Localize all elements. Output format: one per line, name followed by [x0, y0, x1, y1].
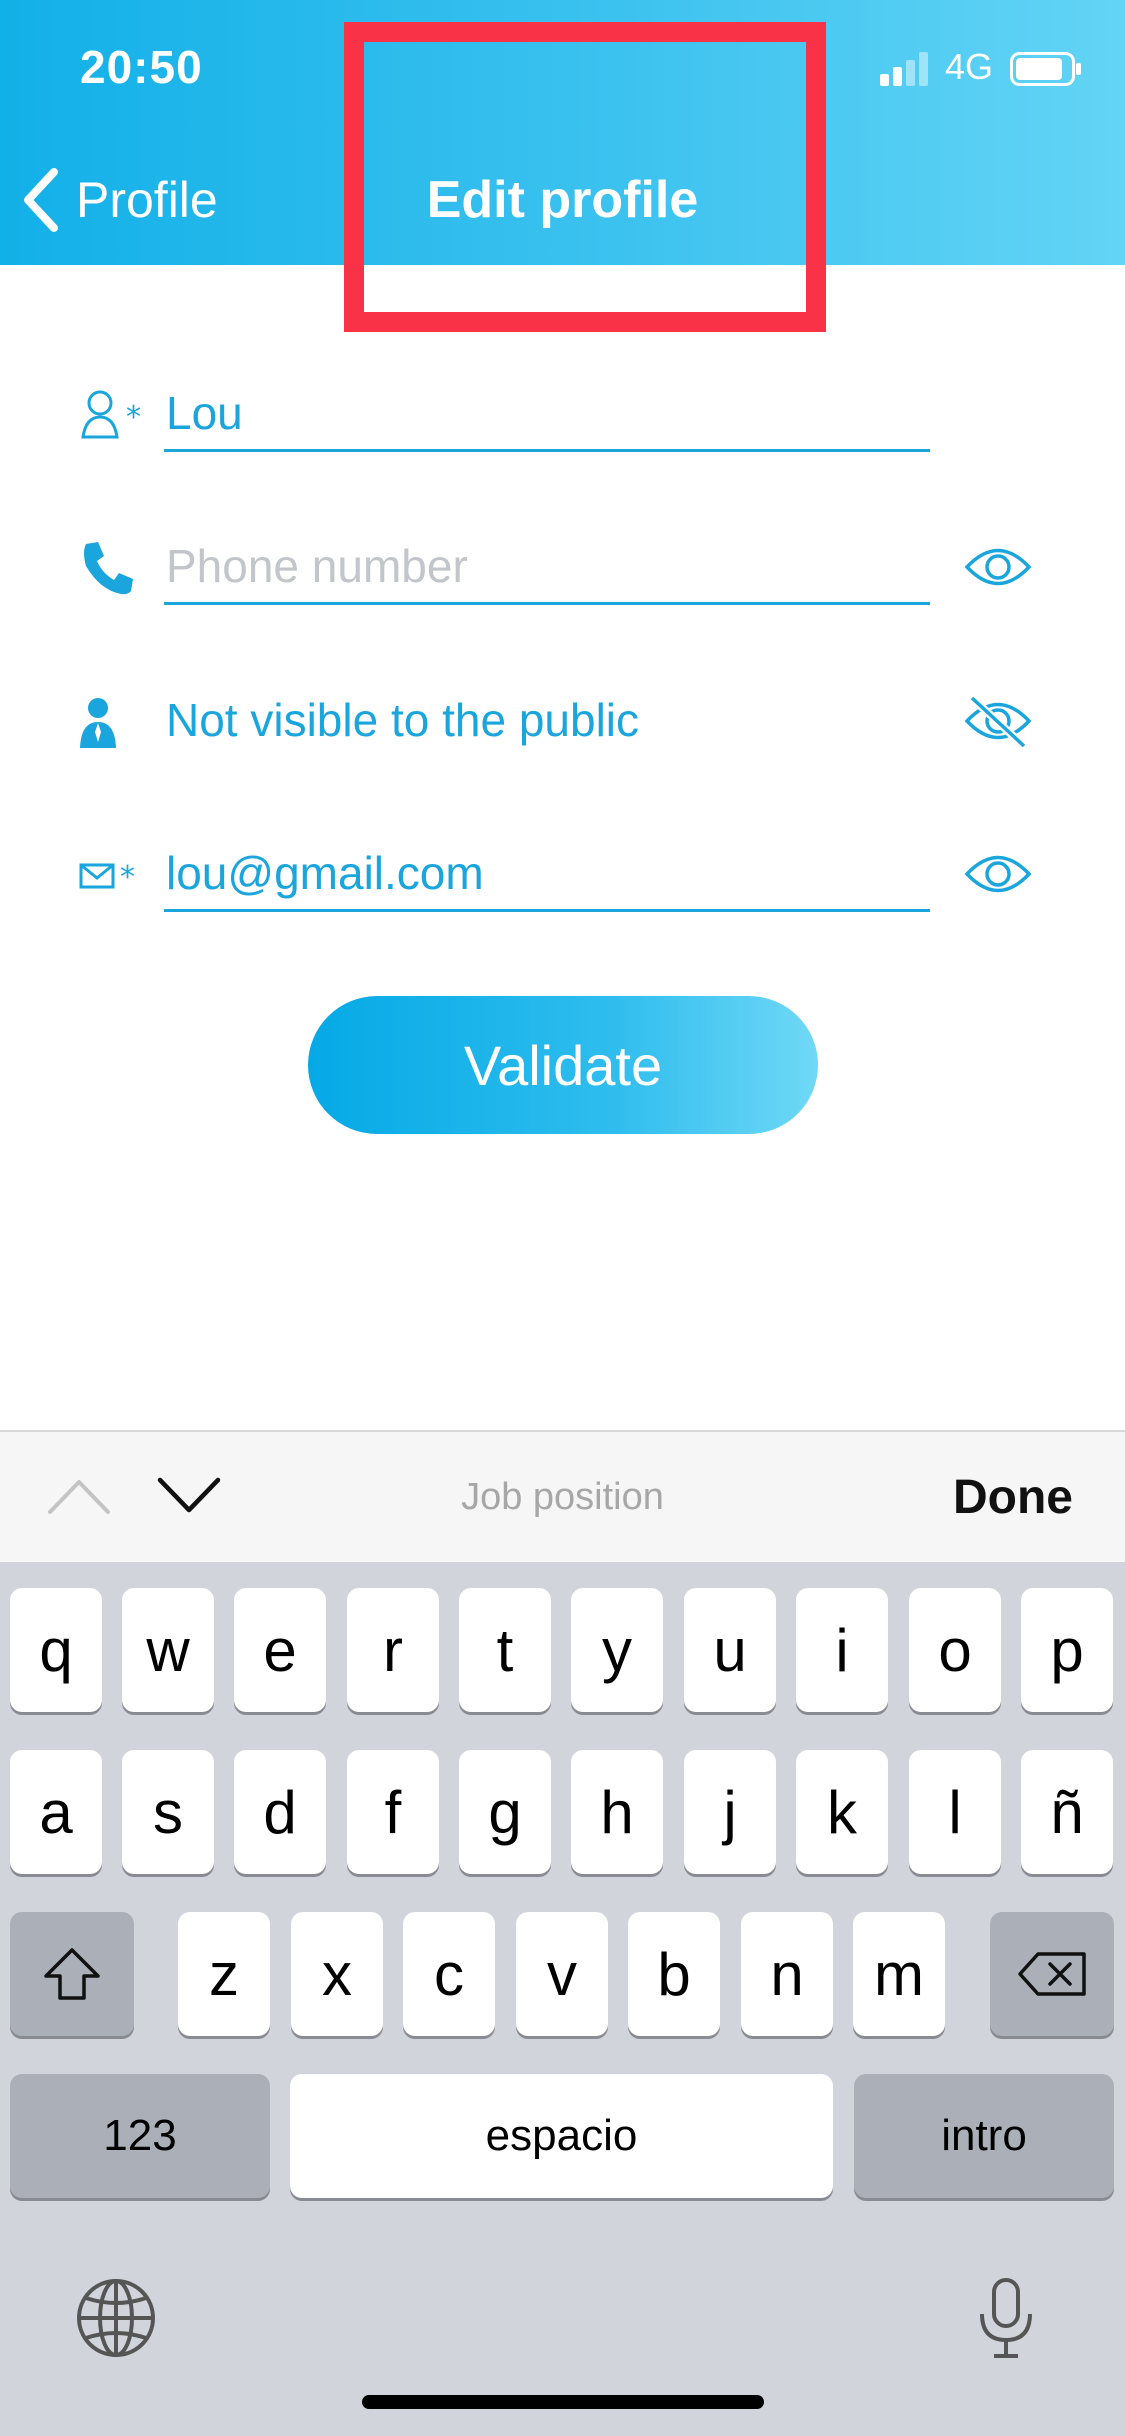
person-icon: *	[81, 390, 141, 439]
key[interactable]: a	[10, 1750, 102, 1874]
key[interactable]: w	[122, 1588, 214, 1712]
key[interactable]: q	[10, 1588, 102, 1712]
key[interactable]: s	[122, 1750, 214, 1874]
email-underline	[164, 909, 930, 912]
email-input[interactable]: lou@gmail.com	[166, 843, 484, 903]
delete-icon	[1018, 1952, 1086, 1996]
name-underline	[164, 449, 930, 452]
key[interactable]: k	[796, 1750, 888, 1874]
svg-text:*: *	[126, 400, 141, 435]
phone-underline	[164, 602, 930, 605]
delete-key[interactable]	[990, 1912, 1114, 2036]
eye-icon[interactable]	[964, 847, 1032, 901]
key[interactable]: h	[571, 1750, 663, 1874]
key[interactable]: z	[178, 1912, 270, 2036]
name-input[interactable]: Lou	[166, 383, 243, 443]
eye-slash-icon[interactable]	[964, 694, 1032, 748]
key[interactable]: n	[741, 1912, 833, 2036]
key[interactable]: p	[1021, 1588, 1113, 1712]
eye-icon[interactable]	[964, 540, 1032, 594]
name-row: * Lou	[0, 365, 1125, 465]
key[interactable]: b	[628, 1912, 720, 2036]
return-key[interactable]: intro	[854, 2074, 1114, 2198]
shift-key[interactable]	[10, 1912, 134, 2036]
key[interactable]: v	[516, 1912, 608, 2036]
status-time: 20:50	[80, 41, 203, 93]
email-row: * lou@gmail.com	[0, 825, 1125, 925]
job-row: Not visible to the public	[0, 672, 1125, 772]
key[interactable]: d	[234, 1750, 326, 1874]
highlight-box	[344, 22, 826, 332]
key[interactable]: r	[347, 1588, 439, 1712]
home-indicator	[362, 2395, 764, 2409]
key[interactable]: y	[571, 1588, 663, 1712]
phone-input[interactable]: Phone number	[166, 536, 468, 596]
key[interactable]: g	[459, 1750, 551, 1874]
battery-icon	[1010, 52, 1081, 86]
key[interactable]: l	[909, 1750, 1001, 1874]
phone-icon	[84, 542, 133, 595]
key[interactable]: x	[291, 1912, 383, 2036]
space-key[interactable]: espacio	[290, 2074, 833, 2198]
key[interactable]: ñ	[1021, 1750, 1113, 1874]
svg-text:*: *	[120, 860, 135, 895]
mail-icon: *	[79, 860, 135, 895]
network-label: 4G	[945, 46, 994, 87]
key[interactable]: m	[853, 1912, 945, 2036]
keyboard-accessory-bar: Job position Done	[0, 1430, 1125, 1564]
job-visibility-text[interactable]: Not visible to the public	[166, 690, 639, 750]
signal-icon	[880, 52, 928, 86]
phone-row: Phone number	[0, 518, 1125, 618]
user-badge-icon	[80, 698, 116, 748]
key[interactable]: i	[796, 1588, 888, 1712]
globe-icon[interactable]	[74, 2276, 158, 2360]
key[interactable]: c	[403, 1912, 495, 2036]
numbers-key[interactable]: 123	[10, 2074, 270, 2198]
key[interactable]: f	[347, 1750, 439, 1874]
key[interactable]: u	[684, 1588, 776, 1712]
microphone-icon[interactable]	[976, 2276, 1036, 2360]
done-button[interactable]: Done	[953, 1470, 1073, 1525]
key[interactable]: t	[459, 1588, 551, 1712]
key[interactable]: j	[684, 1750, 776, 1874]
shift-icon	[44, 1948, 100, 2000]
validate-button[interactable]: Validate	[308, 996, 818, 1134]
key[interactable]: e	[234, 1588, 326, 1712]
key[interactable]: o	[909, 1588, 1001, 1712]
